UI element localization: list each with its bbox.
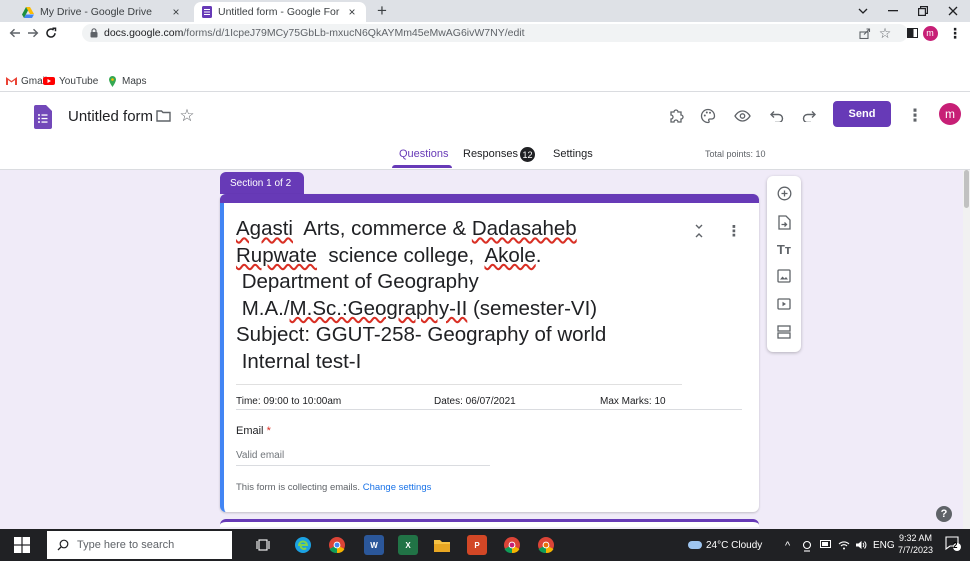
add-question-icon[interactable] [776, 185, 792, 201]
address-bar[interactable]: docs.google.com/forms/d/1IcpeJ79MCy75GbL… [82, 24, 908, 42]
page-scrollbar[interactable] [963, 170, 970, 529]
form-title[interactable]: Untitled form [68, 108, 153, 125]
tab-title: My Drive - Google Drive [40, 6, 153, 18]
tab-settings[interactable]: Settings [553, 148, 593, 162]
meta-dates: Dates: 06/07/2021 [434, 396, 516, 407]
forward-icon[interactable] [24, 23, 42, 43]
browser-menu-icon[interactable]: ⋮ [946, 23, 964, 43]
close-window-icon[interactable] [936, 0, 970, 22]
new-tab-button[interactable]: + [372, 2, 392, 20]
scrollbar-thumb[interactable] [964, 170, 969, 208]
bookmark-star-icon[interactable]: ☆ [876, 23, 894, 43]
tab-questions[interactable]: Questions [399, 148, 449, 162]
section-label: Section 1 of 2 [220, 172, 304, 194]
description-underline [236, 384, 682, 385]
search-placeholder: Type here to search [77, 539, 175, 551]
form-description[interactable]: Agasti Arts, commerce & Dadasaheb Rupwat… [236, 216, 676, 375]
more-options-icon[interactable]: ⋮ [905, 106, 925, 126]
help-icon[interactable]: ? [936, 506, 952, 522]
star-icon[interactable]: ☆ [177, 106, 197, 126]
email-field[interactable]: Valid email [236, 450, 284, 461]
email-label: Email * [236, 425, 271, 437]
meta-divider [236, 409, 742, 410]
edge-icon[interactable] [293, 535, 313, 555]
add-image-icon[interactable] [776, 268, 792, 284]
tab-google-drive[interactable]: My Drive - Google Drive × [14, 2, 190, 22]
meta-max-marks: Max Marks: 10 [600, 396, 666, 407]
tab-title: Untitled form - Google Forms [218, 6, 340, 18]
profile-avatar[interactable]: m [921, 23, 939, 43]
windows-start-icon[interactable] [14, 537, 30, 553]
share-icon[interactable] [856, 23, 874, 43]
section-more-icon[interactable]: ⋮ [727, 222, 742, 240]
taskbar-search[interactable]: Type here to search [47, 531, 232, 559]
close-tab-icon[interactable]: × [346, 5, 358, 19]
maps-icon [107, 75, 118, 87]
taskbar-clock[interactable]: 9:32 AM 7/7/2023 [898, 532, 933, 556]
undo-icon[interactable] [767, 106, 787, 126]
url-path: /forms/d/1IcpeJ79MCy75GbLb-mxucN6QkAYMm4… [183, 27, 525, 39]
excel-icon[interactable]: X [398, 535, 418, 555]
required-asterisk: * [266, 425, 271, 437]
reload-icon[interactable] [42, 23, 60, 43]
gmail-icon [6, 77, 17, 85]
send-button[interactable]: Send [833, 101, 891, 127]
tab-google-forms[interactable]: Untitled form - Google Forms × [194, 2, 366, 22]
side-panel-icon[interactable] [903, 23, 921, 43]
file-explorer-icon[interactable] [432, 535, 452, 555]
chrome-profile-icon[interactable] [502, 535, 522, 555]
restore-icon[interactable] [906, 0, 940, 22]
youtube-icon [43, 77, 55, 85]
redo-icon[interactable] [799, 106, 819, 126]
battery-icon[interactable] [820, 540, 832, 548]
google-forms-icon [202, 6, 212, 18]
back-icon[interactable] [6, 23, 24, 43]
email-field-underline [236, 465, 490, 466]
screen: My Drive - Google Drive × Untitled form … [0, 0, 970, 561]
change-settings-link[interactable]: Change settings [363, 482, 432, 493]
import-questions-icon[interactable] [776, 214, 792, 230]
bookmark-maps[interactable]: Maps [107, 74, 146, 88]
palette-icon[interactable] [698, 106, 718, 126]
url-host: docs.google.com [104, 27, 184, 39]
collapse-section-icon[interactable] [692, 222, 706, 240]
google-forms-logo-icon[interactable] [34, 105, 52, 129]
tray-chevron-icon[interactable]: ^ [785, 540, 790, 552]
volume-icon[interactable] [855, 540, 867, 550]
tab-search-icon[interactable] [846, 0, 880, 22]
responses-count-badge: 12 [520, 147, 535, 162]
add-video-icon[interactable] [776, 296, 792, 312]
meta-time: Time: 09:00 to 10:00am [236, 396, 342, 407]
meet-now-icon[interactable] [802, 540, 812, 552]
word-icon[interactable]: W [364, 535, 384, 555]
tab-responses[interactable]: Responses [463, 148, 518, 162]
next-section-card [220, 519, 759, 527]
folder-icon[interactable] [153, 106, 173, 126]
bookmark-gmail[interactable]: Gmail [6, 74, 47, 88]
add-section-icon[interactable] [776, 324, 792, 340]
preview-eye-icon[interactable] [732, 106, 752, 126]
add-ons-puzzle-icon[interactable] [666, 106, 686, 126]
wifi-icon[interactable] [838, 540, 850, 550]
google-drive-icon [22, 6, 34, 18]
email-collection-note: This form is collecting emails. Change s… [236, 482, 432, 493]
bookmark-youtube[interactable]: YouTube [43, 74, 98, 88]
powerpoint-icon[interactable]: P [467, 535, 487, 555]
notification-count: 2 [953, 541, 958, 550]
lock-icon [90, 28, 98, 38]
card-accent-bar [220, 194, 759, 203]
cloud-icon [688, 541, 702, 550]
language-indicator[interactable]: ENG [873, 540, 895, 551]
account-avatar[interactable]: m [939, 103, 961, 125]
minimize-icon[interactable] [876, 0, 910, 22]
close-tab-icon[interactable]: × [170, 5, 182, 19]
add-title-icon[interactable]: Tт [776, 241, 792, 257]
chrome-icon[interactable] [327, 535, 347, 555]
search-icon [57, 539, 69, 551]
task-view-icon[interactable] [253, 535, 273, 555]
active-tab-indicator [392, 165, 452, 168]
total-points: Total points: 10 [705, 149, 766, 159]
weather-widget[interactable]: 24°C Cloudy [688, 540, 762, 551]
chrome-alt-profile-icon[interactable] [536, 535, 556, 555]
